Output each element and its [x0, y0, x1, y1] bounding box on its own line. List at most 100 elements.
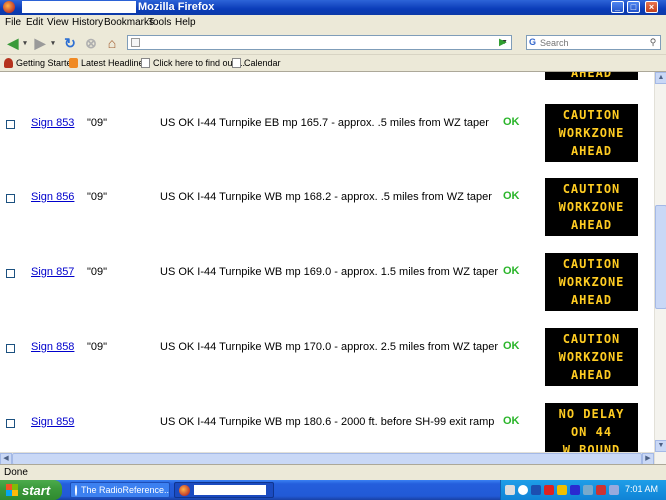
sign-message-line: AHEAD [570, 293, 613, 307]
menu-history[interactable]: History [72, 17, 103, 28]
sign-message-line: CAUTION [562, 182, 621, 196]
page-icon [141, 58, 150, 68]
sign-link[interactable]: Sign 853 [31, 117, 74, 129]
sign-location: US OK I-44 Turnpike EB mp 165.7 - approx… [160, 117, 489, 129]
search-magnifier-icon[interactable]: ⚲ [647, 37, 659, 48]
menu-help[interactable]: Help [175, 17, 196, 28]
firefox-icon [3, 1, 15, 13]
sign-status: OK [503, 340, 520, 352]
row-checkbox[interactable] [6, 120, 15, 129]
sign-message-line: CAUTION [562, 108, 621, 122]
system-tray: 7:01 AM [500, 480, 666, 500]
tray-app-icon[interactable] [544, 485, 554, 495]
horizontal-scrollbar[interactable]: ◀ ▶ [0, 452, 654, 465]
volume-icon[interactable] [609, 485, 619, 495]
task-label: The RadioReference.... [81, 485, 170, 495]
sign-code: "09" [87, 266, 108, 278]
bookmark-latest-headlines[interactable]: Latest Headlines [69, 58, 148, 68]
minimize-button[interactable]: _ [611, 1, 624, 13]
search-input[interactable] [540, 36, 648, 49]
menu-view[interactable]: View [47, 17, 69, 28]
sign-link[interactable]: Sign 859 [31, 416, 74, 428]
partial-sign-line: AHEAD [570, 72, 613, 80]
home-icon[interactable]: ⌂ [104, 34, 120, 52]
bookmark-calendar[interactable]: Calendar [232, 58, 281, 68]
scroll-down-arrow-icon[interactable]: ▼ [655, 440, 666, 452]
rss-feed-icon [69, 58, 78, 68]
start-button[interactable]: start [0, 480, 62, 500]
tray-app-icon[interactable] [531, 485, 541, 495]
sign-location: US OK I-44 Turnpike WB mp 170.0 - approx… [160, 341, 499, 353]
sign-message-line: WORKZONE [558, 126, 625, 140]
bookmark-page-icon [4, 58, 13, 68]
task-radioreference[interactable]: The RadioReference.... [70, 482, 170, 498]
forward-arrow-icon[interactable]: ▶ [32, 34, 48, 52]
tray-app-icon[interactable] [518, 485, 528, 495]
close-button[interactable]: × [645, 1, 658, 13]
sign-message-line: AHEAD [570, 144, 613, 158]
sign-link[interactable]: Sign 856 [31, 191, 74, 203]
bookmarks-toolbar: Getting Started Latest Headlines Click h… [0, 55, 666, 72]
tray-app-icon[interactable] [583, 485, 593, 495]
vertical-scrollbar[interactable]: ▲ ▼ [654, 72, 666, 464]
back-arrow-icon[interactable]: ◀ [4, 34, 22, 52]
sign-message-line: ON 44 [570, 425, 613, 439]
browser-icon [75, 484, 77, 496]
sign-link[interactable]: Sign 858 [31, 341, 74, 353]
sign-message-line: CAUTION [562, 332, 621, 346]
menu-file[interactable]: File [5, 17, 21, 28]
sign-message-line: CAUTION [562, 257, 621, 271]
tray-app-icon[interactable] [557, 485, 567, 495]
windows-logo-icon [6, 484, 18, 496]
row-checkbox[interactable] [6, 194, 15, 203]
firefox-icon [179, 484, 190, 496]
menu-tools[interactable]: Tools [148, 17, 171, 28]
page-icon [232, 58, 241, 68]
tray-app-icon[interactable] [505, 485, 515, 495]
tray-app-icon[interactable] [570, 485, 580, 495]
bookmark-label: Calendar [244, 58, 281, 68]
title-bar: Mozilla Firefox _ □ × [0, 0, 666, 15]
maximize-button[interactable]: □ [627, 1, 640, 13]
sign-message-line: AHEAD [570, 218, 613, 232]
reload-icon[interactable]: ↻ [62, 34, 78, 52]
search-box: G ⚲ [526, 35, 661, 50]
google-icon[interactable]: G [529, 37, 536, 47]
sign-message-line: WORKZONE [558, 275, 625, 289]
status-text: Done [4, 467, 28, 478]
row-checkbox[interactable] [6, 269, 15, 278]
tray-app-icon[interactable] [596, 485, 606, 495]
scroll-up-arrow-icon[interactable]: ▲ [655, 72, 666, 84]
menu-edit[interactable]: Edit [26, 17, 43, 28]
sign-message-display: CAUTION WORKZONE AHEAD [545, 104, 638, 162]
redacted-title-region [22, 1, 136, 13]
start-label: start [22, 482, 51, 498]
status-bar: Done [0, 464, 666, 480]
bookmark-getting-started[interactable]: Getting Started [4, 58, 77, 68]
sign-message-line: WORKZONE [558, 200, 625, 214]
menu-bar: File Edit View History Bookmarks Tools H… [0, 15, 666, 30]
vertical-scroll-thumb[interactable] [655, 205, 666, 309]
bookmark-label: Latest Headlines [81, 58, 149, 68]
bookmark-click-here[interactable]: Click here to find out ... [141, 58, 245, 68]
sign-row: Sign 857 "09" US OK I-44 Turnpike WB mp … [0, 253, 654, 328]
address-bar[interactable]: ▼ [127, 35, 512, 50]
partial-sign-display: AHEAD [545, 72, 638, 80]
stop-icon[interactable]: ⊗ [83, 34, 99, 52]
forward-history-dropdown-icon[interactable]: ▾ [49, 34, 57, 52]
taskbar: start The RadioReference.... 7:01 AM [0, 480, 666, 500]
window-title: Mozilla Firefox [138, 1, 215, 13]
sign-location: US OK I-44 Turnpike WB mp 180.6 - 2000 f… [160, 416, 495, 428]
sign-link[interactable]: Sign 857 [31, 266, 74, 278]
row-checkbox[interactable] [6, 419, 15, 428]
redacted-task-label [194, 485, 266, 495]
clock: 7:01 AM [624, 484, 658, 494]
sign-location: US OK I-44 Turnpike WB mp 169.0 - approx… [160, 266, 499, 278]
sign-location: US OK I-44 Turnpike WB mp 168.2 - approx… [160, 191, 492, 203]
back-history-dropdown-icon[interactable]: ▾ [21, 34, 29, 52]
go-arrow-icon[interactable]: ▶ [499, 36, 512, 49]
menu-bookmarks[interactable]: Bookmarks [104, 17, 154, 28]
sign-message-line: NO DELAY [558, 407, 625, 421]
task-firefox[interactable] [174, 482, 274, 498]
row-checkbox[interactable] [6, 344, 15, 353]
